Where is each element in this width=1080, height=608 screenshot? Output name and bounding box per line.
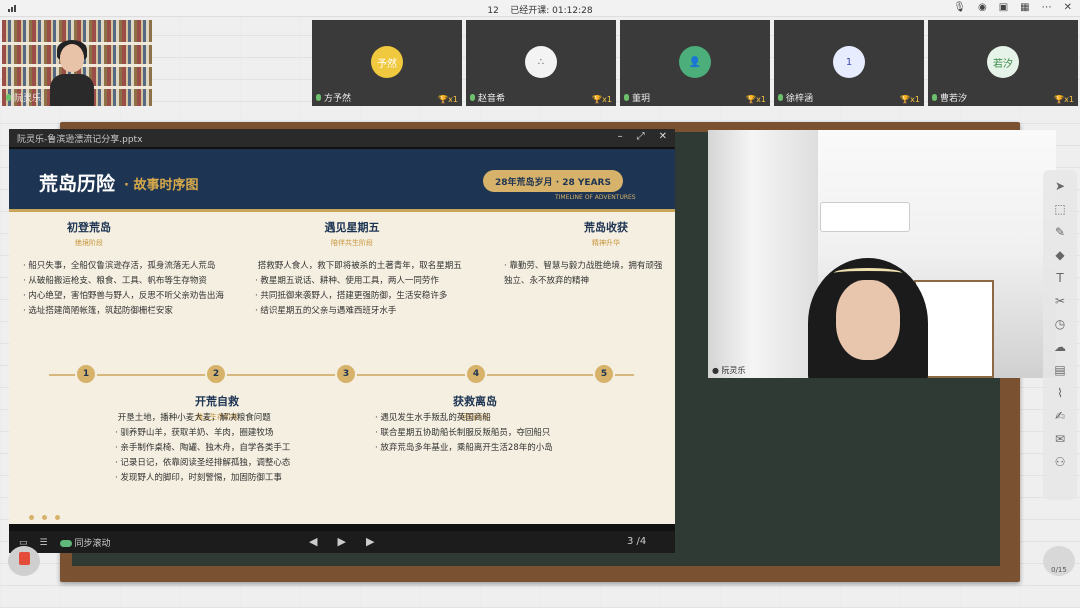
header-divider xyxy=(9,209,675,212)
notes-icon[interactable]: ☰ xyxy=(40,538,48,548)
window-titlebar[interactable]: 阮灵乐-鲁滨逊漂流记分享.pptx – ⤢ ✕ xyxy=(9,129,675,147)
pen-icon[interactable]: ✎ xyxy=(1055,224,1065,241)
top-status-bar: 12 已经开课: 01:12:28 🎙 ◉ ▣ ▦ ⋯ ✕ xyxy=(0,0,1080,17)
participant-count: 12 xyxy=(487,6,499,16)
years-badge: 28年荒岛岁月 · 28 YEARS xyxy=(483,170,623,192)
play-icon[interactable]: ▶ xyxy=(337,535,345,548)
class-status: 12 已经开课: 01:12:28 xyxy=(0,3,1080,16)
slide: 荒岛历险 · 故事时序图 28年荒岛岁月 · 28 YEARS TIMELINE… xyxy=(9,149,675,524)
avatar: ∴ xyxy=(525,46,557,78)
avatar: 予然 xyxy=(371,46,403,78)
select-icon[interactable]: ⬚ xyxy=(1054,201,1065,218)
slide-subtitle: · 故事时序图 xyxy=(124,178,199,193)
brush-icon[interactable]: ⌇ xyxy=(1057,385,1063,402)
badge-subtitle: TIMELINE OF ADVENTURES xyxy=(555,194,636,201)
chat-counter-button[interactable]: 0/15 xyxy=(1043,546,1075,576)
video-tile-participant[interactable]: 👤 董玥 🏆x1 xyxy=(620,20,770,106)
next-slide-icon[interactable]: ▶ xyxy=(366,535,374,548)
video-tile-participant[interactable]: 1 徐梓涵 🏆x1 xyxy=(774,20,924,106)
more-icon[interactable]: ⋯ xyxy=(1042,2,1052,13)
video-tile-participant[interactable]: 予然 方予然 🏆x1 xyxy=(312,20,462,106)
trophy-badge: 🏆x1 xyxy=(592,95,612,104)
scissors-icon[interactable]: ✂ xyxy=(1055,293,1065,310)
presentation-window[interactable]: 阮灵乐-鲁滨逊漂流记分享.pptx – ⤢ ✕ 荒岛历险 · 故事时序图 28年… xyxy=(9,129,675,553)
stage-list: · 船只失事，全船仅鲁滨逊存活，孤身流落无人荒岛 · 从破船搬运枪支、粮食、工具… xyxy=(23,261,224,316)
student-video xyxy=(808,258,928,378)
microphone-icon[interactable]: 🎙 xyxy=(953,2,966,13)
timeline-node: 4 xyxy=(465,363,487,385)
chat-icon[interactable]: ✉ xyxy=(1055,431,1065,448)
trophy-badge: 🏆x1 xyxy=(1054,95,1074,104)
timeline-node: 3 xyxy=(335,363,357,385)
stage-heading: 遇见星期五 陪伴共生阶段 xyxy=(324,221,380,247)
mic-icon xyxy=(316,94,321,101)
stage-list: · 靠勤劳、智慧与毅力战胜绝境，拥有顽强独立、永不放弃的精神 xyxy=(504,261,663,286)
timeline-node: 2 xyxy=(205,363,227,385)
stage-heading: 初登荒岛 绝境阶段 xyxy=(67,221,111,247)
stage-heading: 荒岛收获 精神升华 xyxy=(584,221,628,247)
stage-list: · 遇见发生水手叛乱的英国商船 · 联合星期五协助船长制服反叛船员，夺回船只 ·… xyxy=(375,413,553,453)
sync-scroll-toggle[interactable]: 同步滚动 xyxy=(59,536,110,549)
timer-icon[interactable]: ◷ xyxy=(1055,316,1065,333)
screen-share-icon[interactable]: ▣ xyxy=(999,2,1008,13)
video-tile-participant[interactable]: ∴ 赵音希 🏆x1 xyxy=(466,20,616,106)
stage-list: 开垦土地，播种小麦大麦，解决粮食问题 · 驯养野山羊，获取羊奶、羊肉，圈建牧场 … xyxy=(115,413,291,483)
page-indicator: 3 /4 xyxy=(627,536,647,547)
whiteboard-toolbar: ➤ ⬚ ✎ ◆ T ✂ ◷ ☁ ▤ ⌇ ✍ ✉ ⚇ xyxy=(1043,170,1077,500)
mic-icon xyxy=(624,94,629,101)
class-timer: 已经开课: 01:12:28 xyxy=(510,6,593,16)
video-tile-participant[interactable]: 若汐 曹若汐 🏆x1 xyxy=(928,20,1078,106)
timeline-node: 5 xyxy=(593,363,615,385)
avatar: 1 xyxy=(833,46,865,78)
student-camera-feed[interactable]: ● 阮灵乐 xyxy=(708,130,1056,378)
pointer-icon[interactable]: ➤ xyxy=(1055,178,1065,195)
mic-icon xyxy=(6,94,11,101)
slide-dots xyxy=(29,515,60,520)
timeline-node: 1 xyxy=(75,363,97,385)
trophy-badge: 🏆x1 xyxy=(746,95,766,104)
previous-slide-icon[interactable]: ◀ xyxy=(309,535,317,548)
maximize-icon[interactable]: ⤢ xyxy=(637,131,645,142)
air-conditioner xyxy=(820,202,910,232)
app-logo[interactable] xyxy=(8,546,40,576)
edit-icon[interactable]: ✍ xyxy=(1055,408,1065,425)
mic-icon xyxy=(470,94,475,101)
minimize-icon[interactable]: – xyxy=(618,131,623,142)
video-tile-teacher[interactable]: 阮灵乐 xyxy=(2,20,152,106)
slide-title: 荒岛历险 xyxy=(39,173,116,195)
user-avatar-icon: 👤 xyxy=(679,46,711,78)
location-icon[interactable]: ◉ xyxy=(978,2,987,13)
presentation-controls: ▭ ☰ 同步滚动 ◀ ▶ ▶ 3 /4 xyxy=(9,531,675,553)
text-icon[interactable]: T xyxy=(1056,270,1063,287)
camera-name-label: ● 阮灵乐 xyxy=(712,366,746,375)
close-icon[interactable]: ✕ xyxy=(659,131,667,142)
user-icon[interactable]: ⚇ xyxy=(1055,454,1066,471)
curtain xyxy=(708,130,818,378)
slide-header: 荒岛历险 · 故事时序图 28年荒岛岁月 · 28 YEARS TIMELINE… xyxy=(9,149,675,209)
teacher-video xyxy=(50,38,94,106)
trophy-badge: 🏆x1 xyxy=(438,95,458,104)
mic-icon xyxy=(778,94,783,101)
trophy-badge: 🏆x1 xyxy=(900,95,920,104)
toolbox-icon[interactable]: ▤ xyxy=(1054,362,1065,379)
cloud-icon[interactable]: ☁ xyxy=(1054,339,1066,356)
stage-list: 搭救野人食人，救下即将被杀的土著青年，取名星期五 · 教星期五说话、耕种、使用工… xyxy=(255,261,462,316)
close-icon[interactable]: ✕ xyxy=(1064,2,1072,13)
grid-view-icon[interactable]: ▦ xyxy=(1020,2,1029,13)
shape-icon[interactable]: ◆ xyxy=(1055,247,1064,264)
mic-icon xyxy=(932,94,937,101)
avatar: 若汐 xyxy=(987,46,1019,78)
window-title: 阮灵乐-鲁滨逊漂流记分享.pptx xyxy=(17,135,143,145)
